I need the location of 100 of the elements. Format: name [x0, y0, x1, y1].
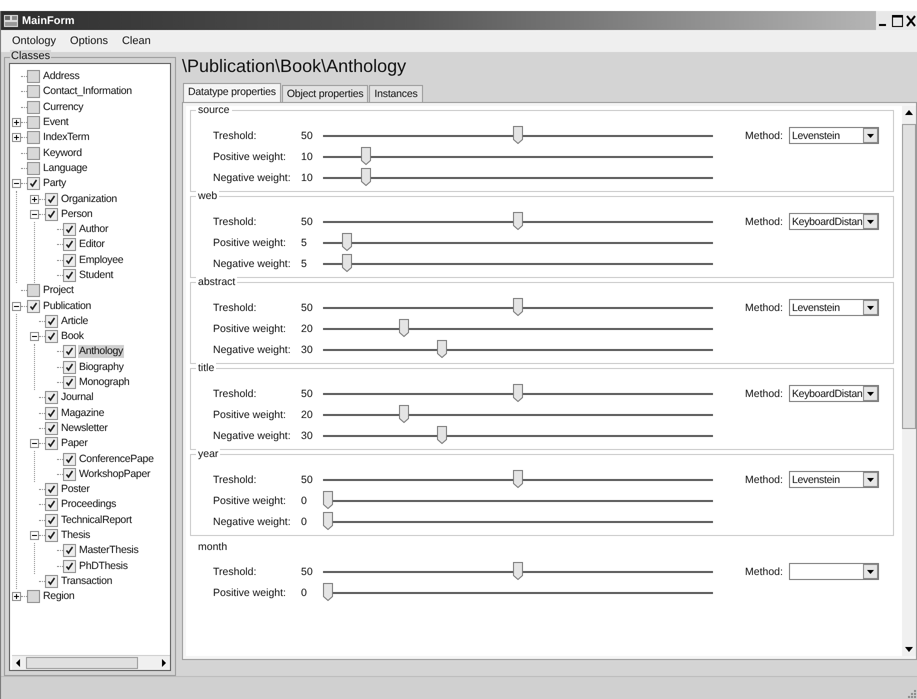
slider-thumb[interactable] — [323, 583, 333, 601]
slider-thumb[interactable] — [513, 126, 523, 144]
tree-item[interactable]: TechnicalReport — [60, 514, 133, 527]
slider-thumb[interactable] — [513, 384, 523, 402]
tree-item[interactable]: Biography — [78, 360, 125, 374]
checkbox[interactable] — [63, 360, 76, 374]
method-dropdown[interactable] — [788, 563, 879, 580]
checkbox[interactable] — [27, 300, 40, 313]
tree-item[interactable]: Monograph — [78, 376, 130, 390]
checkbox[interactable] — [45, 498, 58, 512]
maximize-icon[interactable] — [890, 12, 905, 28]
checkbox[interactable] — [27, 146, 40, 160]
tree-item[interactable]: Address — [42, 70, 80, 84]
slider-thumb[interactable] — [323, 491, 333, 509]
checkbox[interactable] — [63, 269, 76, 282]
checkbox[interactable] — [63, 468, 76, 481]
method-dropdown[interactable]: KeyboardDistan — [788, 385, 879, 402]
tree-item[interactable]: WorkshopPaper — [78, 468, 152, 481]
menu-item[interactable]: Options — [65, 33, 113, 49]
resize-grip-icon[interactable] — [905, 687, 917, 699]
checkbox[interactable] — [27, 100, 40, 114]
slider-thumb[interactable] — [513, 298, 523, 316]
tree-item[interactable]: Project — [42, 284, 75, 298]
class-tree[interactable] — [9, 63, 171, 671]
tab[interactable]: Object properties — [282, 85, 368, 102]
checkbox[interactable] — [63, 223, 76, 236]
checkbox[interactable] — [45, 483, 58, 496]
tree-item[interactable]: Contact_Information — [42, 85, 133, 98]
vertical-scrollbar[interactable] — [902, 106, 916, 656]
checkbox[interactable] — [45, 529, 58, 542]
tree-item[interactable]: Article — [60, 314, 90, 328]
checkbox[interactable] — [27, 590, 40, 604]
tree-item[interactable]: Employee — [78, 254, 124, 267]
tree-item[interactable]: Publication — [42, 300, 92, 313]
checkbox[interactable] — [63, 452, 76, 466]
slider-thumb[interactable] — [513, 470, 523, 488]
checkbox[interactable] — [27, 116, 40, 130]
checkbox[interactable] — [63, 560, 76, 573]
tree-item[interactable]: Transaction — [60, 574, 114, 588]
slider-thumb[interactable] — [437, 426, 447, 444]
checkbox[interactable] — [27, 85, 40, 98]
checkbox[interactable] — [27, 284, 40, 298]
tree-item[interactable]: Paper — [60, 437, 89, 450]
tree-item[interactable]: Currency — [42, 100, 84, 114]
close-icon[interactable] — [905, 12, 917, 28]
checkbox[interactable] — [63, 345, 76, 358]
expand-icon[interactable] — [12, 118, 21, 128]
checkbox[interactable] — [63, 544, 76, 558]
tree-item[interactable]: ConferencePape — [78, 452, 155, 466]
tab[interactable]: Instances — [369, 85, 423, 102]
expand-icon[interactable] — [12, 592, 21, 602]
slider-thumb[interactable] — [342, 254, 352, 272]
slider-thumb[interactable] — [513, 212, 523, 230]
tree-item[interactable]: Poster — [60, 483, 91, 496]
expand-icon[interactable] — [12, 133, 21, 142]
tree-item[interactable]: Organization — [60, 192, 118, 206]
tree-item[interactable]: Region — [42, 590, 76, 604]
checkbox[interactable] — [45, 514, 58, 527]
tree-item[interactable]: Event — [42, 116, 70, 130]
checkbox[interactable] — [45, 422, 58, 435]
slider-thumb[interactable] — [513, 562, 523, 580]
tree-item[interactable]: IndexTerm — [42, 131, 90, 144]
checkbox[interactable] — [63, 254, 76, 267]
collapse-icon[interactable] — [12, 302, 21, 311]
checkbox[interactable] — [45, 391, 58, 404]
method-dropdown[interactable]: Levenstein — [788, 471, 879, 488]
checkbox[interactable] — [27, 131, 40, 144]
tree-item[interactable]: Journal — [60, 391, 94, 404]
tree-item[interactable]: Person — [60, 208, 94, 221]
tab[interactable]: Datatype properties — [183, 83, 281, 102]
tree-item[interactable]: Thesis — [60, 529, 92, 542]
tree-item[interactable]: Magazine — [60, 406, 106, 420]
checkbox[interactable] — [63, 238, 76, 252]
checkbox[interactable] — [27, 162, 40, 175]
tree-item[interactable]: Party — [42, 177, 68, 190]
expand-icon[interactable] — [30, 194, 39, 204]
collapse-icon[interactable] — [12, 179, 21, 188]
checkbox[interactable] — [45, 192, 58, 206]
checkbox[interactable] — [45, 330, 58, 344]
tree-item[interactable]: MasterThesis — [78, 544, 140, 558]
tree-item[interactable]: Anthology — [78, 345, 124, 358]
tree-item[interactable]: Student — [78, 269, 114, 282]
checkbox[interactable] — [45, 437, 58, 450]
collapse-icon[interactable] — [30, 210, 39, 219]
checkbox[interactable] — [45, 314, 58, 328]
menu-item[interactable]: Ontology — [7, 33, 62, 49]
slider-thumb[interactable] — [437, 340, 447, 358]
slider-thumb[interactable] — [361, 168, 371, 186]
slider-thumb[interactable] — [323, 512, 333, 530]
tree-item[interactable]: PhDThesis — [78, 560, 129, 573]
tree-item[interactable]: Editor — [78, 238, 106, 252]
method-dropdown[interactable]: Levenstein — [788, 299, 879, 316]
tree-item[interactable]: Language — [42, 162, 88, 175]
tree-item[interactable]: Proceedings — [60, 498, 118, 512]
collapse-icon[interactable] — [30, 439, 39, 448]
checkbox[interactable] — [63, 376, 76, 390]
tree-item[interactable]: Author — [78, 223, 110, 236]
menu-item[interactable]: Clean — [116, 33, 156, 49]
checkbox[interactable] — [45, 574, 58, 588]
collapse-icon[interactable] — [30, 332, 39, 342]
